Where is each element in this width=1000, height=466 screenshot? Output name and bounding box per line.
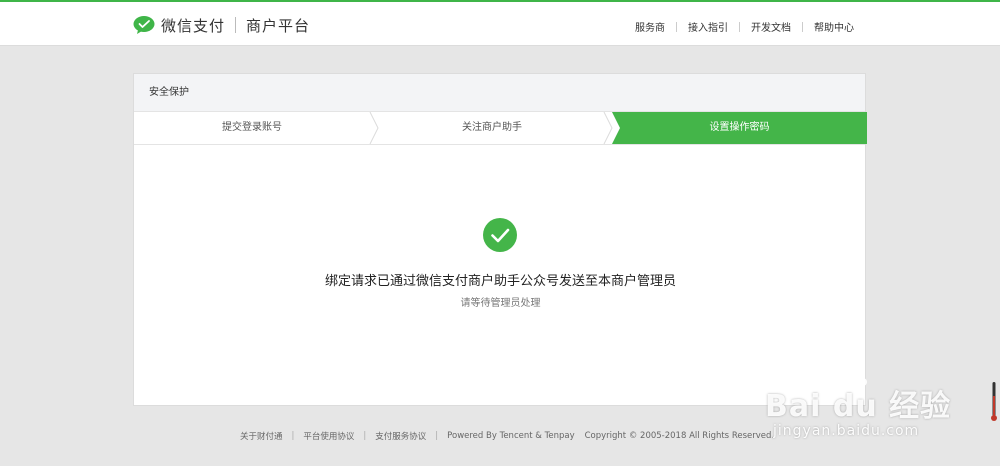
step-set-operation-password: 设置操作密码 [709,122,770,133]
nav-link-dev-docs[interactable]: 开发文档 [751,19,791,34]
footer-divider: | [291,431,295,441]
footer-divider: | [435,431,439,441]
footer-link-about[interactable]: 关于财付通 [240,430,283,442]
security-panel: 安全保护 提交登录账号 关注商户助手 设置操作密码 绑定请求已通过微信支付商户助… [133,73,867,406]
footer-link-platform-agreement[interactable]: 平台使用协议 [303,430,354,442]
brand-name: 微信支付 [161,16,226,35]
footer-powered-by: Powered By Tencent & Tenpay [447,431,575,441]
wechat-pay-icon [133,16,155,34]
baidu-jingyan-watermark: Bai du 经验 jingyan.baidu.com [765,371,955,445]
result-sub-message: 请等待管理员处理 [460,298,541,309]
watermark-text: Bai du 经验 [765,389,952,424]
nav-divider [802,21,803,32]
step-submit-login-account: 提交登录账号 [222,122,282,133]
step-progress: 提交登录账号 关注商户助手 设置操作密码 [134,112,867,145]
footer-copyright: Copyright © 2005-2018 All Rights Reserve… [584,431,775,441]
panel-title: 安全保护 [134,74,865,112]
step-follow-merchant-assistant: 关注商户助手 [462,122,522,133]
thermometer-icon [991,382,997,422]
nav-divider [739,21,740,32]
success-check-icon [483,218,517,252]
footer-link-payment-agreement[interactable]: 支付服务协议 [375,430,426,442]
footer: 关于财付通 | 平台使用协议 | 支付服务协议 | Powered By Ten… [240,430,774,442]
nav-link-access-guide[interactable]: 接入指引 [688,19,728,34]
nav-link-help-center[interactable]: 帮助中心 [814,19,854,34]
top-nav: 服务商 接入指引 开发文档 帮助中心 [635,19,854,34]
footer-divider: | [363,431,367,441]
nav-link-service-provider[interactable]: 服务商 [635,19,665,34]
nav-divider [676,21,677,32]
brand-divider [235,17,237,33]
top-bar: 微信支付 商户平台 服务商 接入指引 开发文档 帮助中心 [0,0,1000,46]
watermark-url: jingyan.baidu.com [773,423,920,439]
platform-name: 商户平台 [246,16,311,35]
brand-logo[interactable]: 微信支付 商户平台 [133,12,310,38]
result-message: 绑定请求已通过微信支付商户助手公众号发送至本商户管理员 [324,274,676,289]
